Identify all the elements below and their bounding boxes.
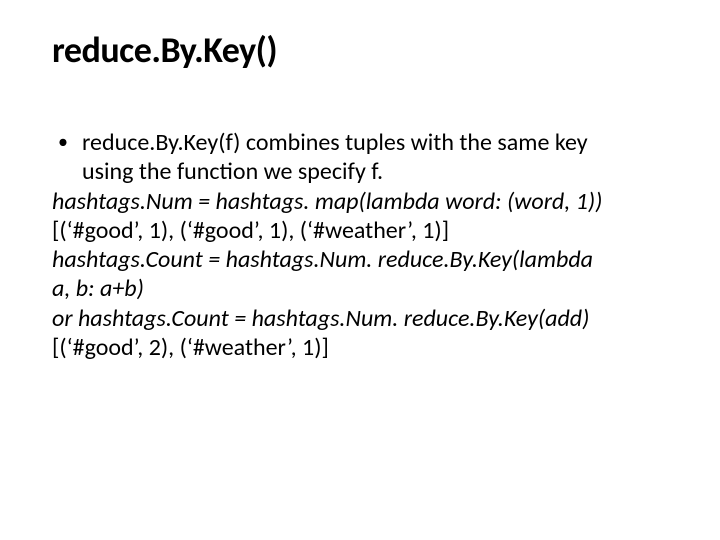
bullet-line-2: using the function we specify f. xyxy=(82,157,668,186)
code-line-4: a, b: a+b) xyxy=(52,274,668,303)
code-line-3: hashtags.Count = hashtags.Num. reduce.By… xyxy=(52,245,668,274)
code-line-6: [(‘#good’, 2), (‘#weather’, 1)] xyxy=(52,333,668,362)
bullet-text: reduce.By.Key(f) combines tuples with th… xyxy=(82,128,668,187)
slide: reduce.By.Key() • reduce.By.Key(f) combi… xyxy=(0,0,720,540)
slide-title: reduce.By.Key() xyxy=(52,28,668,72)
bullet-item: • reduce.By.Key(f) combines tuples with … xyxy=(52,128,668,187)
bullet-dot-icon: • xyxy=(52,128,82,187)
code-line-2: [(‘#good’, 1), (‘#good’, 1), (‘#weather’… xyxy=(52,216,668,245)
code-line-5: or hashtags.Count = hashtags.Num. reduce… xyxy=(52,304,668,333)
slide-content: • reduce.By.Key(f) combines tuples with … xyxy=(52,128,668,362)
bullet-line-1: reduce.By.Key(f) combines tuples with th… xyxy=(82,128,668,157)
code-line-1: hashtags.Num = hashtags. map(lambda word… xyxy=(52,187,668,216)
